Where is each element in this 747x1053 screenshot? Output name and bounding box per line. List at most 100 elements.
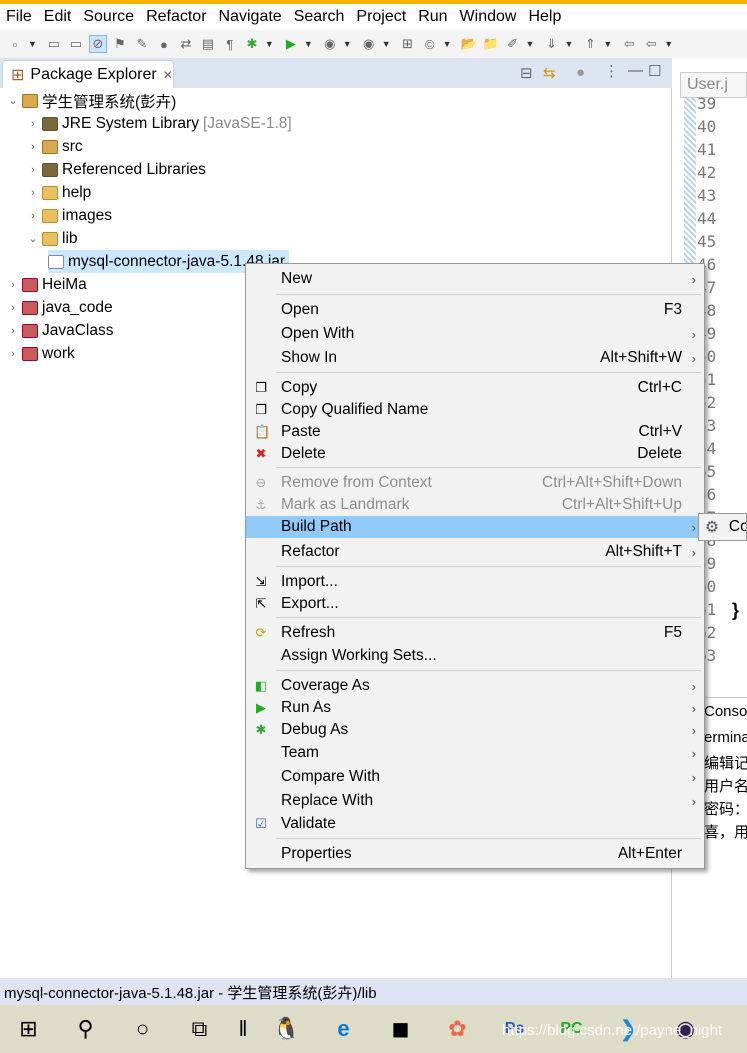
- chevron-right-icon[interactable]: ›: [28, 187, 38, 199]
- menu-navigate[interactable]: Navigate: [213, 8, 288, 26]
- menu-edit[interactable]: Edit: [38, 8, 78, 26]
- dropdown-arrow-icon[interactable]: ▼: [304, 39, 313, 49]
- dropdown-arrow-icon[interactable]: ▼: [382, 39, 391, 49]
- cortana-icon[interactable]: ○: [114, 1005, 171, 1053]
- menu-item-validate[interactable]: ☑ Validate: [246, 813, 704, 835]
- open-folder-icon[interactable]: 📂: [460, 35, 478, 53]
- chevron-right-icon[interactable]: ›: [28, 118, 38, 130]
- menu-item-compare-with[interactable]: Compare With ›: [246, 766, 704, 788]
- console-tab[interactable]: Conso: [704, 703, 747, 720]
- dropdown-arrow-icon[interactable]: ▼: [664, 39, 673, 49]
- tab-package-explorer[interactable]: ⊞ Package Explorer ✕: [2, 60, 174, 88]
- new-icon[interactable]: ▫: [6, 35, 24, 53]
- dropdown-arrow-icon[interactable]: ▼: [603, 39, 612, 49]
- menu-item-debug-as[interactable]: ✱ Debug As ›: [246, 719, 704, 741]
- prev-annotation-icon[interactable]: ⇑: [581, 35, 599, 53]
- menu-item-delete[interactable]: ✖ Delete Delete: [246, 443, 704, 465]
- chevron-right-icon[interactable]: ›: [8, 348, 18, 360]
- debug-icon[interactable]: ✱: [243, 35, 261, 53]
- pilcrow-icon[interactable]: ¶: [221, 35, 239, 53]
- tree-item[interactable]: › HeiMa: [8, 273, 87, 296]
- tree-item[interactable]: › Referenced Libraries: [28, 158, 206, 181]
- menu-run[interactable]: Run: [412, 8, 453, 26]
- close-icon[interactable]: ✕: [163, 68, 173, 82]
- chevron-right-icon[interactable]: ›: [8, 325, 18, 337]
- minimize-icon[interactable]: —: [628, 62, 643, 79]
- menu-source[interactable]: Source: [77, 8, 140, 26]
- menu-item-new[interactable]: New ›: [246, 268, 704, 290]
- save-all-icon[interactable]: ▭: [67, 35, 85, 53]
- menu-item-copy-qualified-name[interactable]: ❐ Copy Qualified Name: [246, 399, 704, 421]
- search-ref-icon[interactable]: ●: [155, 35, 173, 53]
- menu-item-assign-working-sets[interactable]: Assign Working Sets...: [246, 645, 704, 667]
- tree-item[interactable]: ⌄ 学生管理系统(彭卉): [8, 89, 176, 112]
- qq-icon[interactable]: 🐧: [258, 1005, 315, 1053]
- dropdown-arrow-icon[interactable]: ▼: [443, 39, 452, 49]
- chevron-right-icon[interactable]: ›: [8, 302, 18, 314]
- tree-item[interactable]: › JavaClass: [8, 319, 113, 342]
- menu-item-build-path[interactable]: Build Path ›: [246, 516, 704, 538]
- collapse-all-icon[interactable]: ⊟: [520, 64, 533, 82]
- menu-item-refactor[interactable]: Refactor Alt+Shift+T ›: [246, 541, 704, 563]
- menu-item-open[interactable]: Open F3: [246, 299, 704, 321]
- link-editor-icon[interactable]: ⇆: [543, 64, 556, 82]
- tree-item[interactable]: › help: [28, 181, 91, 204]
- highlighter-icon[interactable]: ✐: [504, 35, 522, 53]
- block-icon[interactable]: ▤: [199, 35, 217, 53]
- annotation-icon[interactable]: ⚑: [111, 35, 129, 53]
- chevron-right-icon[interactable]: ›: [28, 141, 38, 153]
- toggle-mark-icon[interactable]: ⊘: [88, 35, 107, 53]
- next-annotation-icon[interactable]: ⇓: [542, 35, 560, 53]
- menu-item-coverage-as[interactable]: ◧ Coverage As ›: [246, 675, 704, 697]
- menu-item-paste[interactable]: 📋 Paste Ctrl+V: [246, 421, 704, 443]
- menu-help[interactable]: Help: [522, 8, 567, 26]
- menu-item-team[interactable]: Team ›: [246, 742, 704, 764]
- dropdown-arrow-icon[interactable]: ▼: [265, 39, 274, 49]
- tree-item[interactable]: ⌄ lib: [28, 227, 77, 250]
- back-icon[interactable]: ⇦: [620, 35, 638, 53]
- format-icon[interactable]: ✎: [133, 35, 151, 53]
- menu-item-properties[interactable]: Properties Alt+Enter: [246, 843, 704, 865]
- menu-item-import[interactable]: ⇲ Import...: [246, 571, 704, 593]
- chevron-down-icon[interactable]: ⌄: [28, 232, 38, 245]
- notes-app-icon[interactable]: ◼: [372, 1005, 429, 1053]
- new-class-icon[interactable]: ©: [421, 35, 439, 53]
- view-menu-icon[interactable]: ⋮: [604, 62, 619, 80]
- dropdown-arrow-icon[interactable]: ▼: [343, 39, 352, 49]
- focus-icon[interactable]: ●: [576, 64, 585, 81]
- save-icon[interactable]: ▭: [45, 35, 63, 53]
- dropdown-arrow-icon[interactable]: ▼: [28, 39, 37, 49]
- start-button[interactable]: ⊞: [0, 1005, 57, 1053]
- diff-icon[interactable]: ⇄: [177, 35, 195, 53]
- dropdown-arrow-icon[interactable]: ▼: [526, 39, 535, 49]
- open-type-icon[interactable]: ⊞: [399, 35, 417, 53]
- maximize-icon[interactable]: ☐: [648, 62, 661, 80]
- menu-item-export[interactable]: ⇱ Export...: [246, 593, 704, 615]
- menu-item-refresh[interactable]: ⟳ Refresh F5: [246, 622, 704, 644]
- menu-item-run-as[interactable]: ▶ Run As ›: [246, 697, 704, 719]
- menu-item-replace-with[interactable]: Replace With ›: [246, 790, 704, 812]
- chevron-right-icon[interactable]: ›: [8, 279, 18, 291]
- tree-item[interactable]: › work: [8, 342, 75, 365]
- color-app-icon[interactable]: ✿: [429, 1005, 486, 1053]
- menu-refactor[interactable]: Refactor: [140, 8, 212, 26]
- chevron-right-icon[interactable]: ›: [28, 210, 38, 222]
- coverage-icon[interactable]: ◉: [321, 35, 339, 53]
- search-icon[interactable]: ⚲: [57, 1005, 114, 1053]
- menu-item-open-with[interactable]: Open With ›: [246, 323, 704, 345]
- dropdown-arrow-icon[interactable]: ▼: [564, 39, 573, 49]
- menu-search[interactable]: Search: [288, 8, 351, 26]
- task-view-icon[interactable]: ⧉: [171, 1005, 228, 1053]
- menu-item-mark-as-landmark[interactable]: ⚓ Mark as Landmark Ctrl+Alt+Shift+Up: [246, 494, 704, 516]
- tree-item[interactable]: › java_code: [8, 296, 113, 319]
- open-task-icon[interactable]: 📁: [482, 35, 500, 53]
- edge-icon[interactable]: e: [315, 1005, 372, 1053]
- menu-item-remove-from-context[interactable]: ⊖ Remove from Context Ctrl+Alt+Shift+Down: [246, 472, 704, 494]
- tree-item[interactable]: › JRE System Library [JavaSE-1.8]: [28, 112, 292, 135]
- run-icon[interactable]: ▶: [282, 35, 300, 53]
- tree-item[interactable]: › src: [28, 135, 83, 158]
- forward-icon[interactable]: ⇦: [642, 35, 660, 53]
- chevron-down-icon[interactable]: ⌄: [8, 94, 18, 107]
- menu-item-show-in[interactable]: Show In Alt+Shift+W ›: [246, 347, 704, 369]
- menu-item-copy[interactable]: ❐ Copy Ctrl+C: [246, 377, 704, 399]
